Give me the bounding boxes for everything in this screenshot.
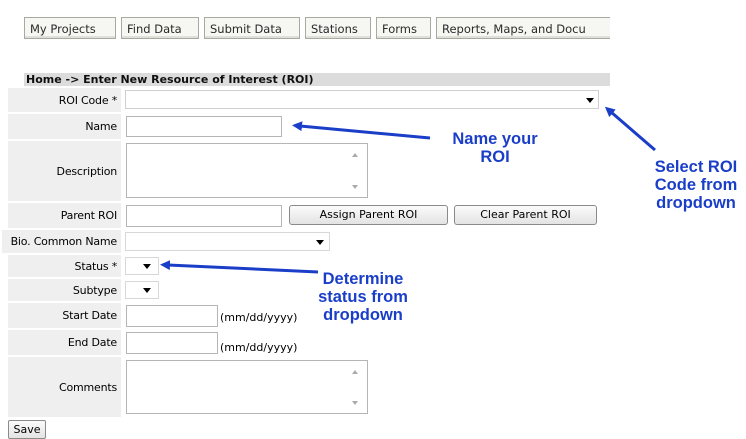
select-roi-code-annotation: Select ROI Code from dropdown [646,158,746,212]
determine-status-line-3: dropdown [323,306,403,324]
select-roi-code-line-3: dropdown [656,194,736,212]
select-roi-code-line-2: Code from [654,176,738,194]
name-your-roi-annotation: Name your ROI [436,130,554,166]
name-your-roi-line-1: Name your [452,130,538,148]
name-your-roi-line-2: ROI [480,148,510,166]
determine-status-line-1: Determine [322,270,404,288]
annotation-arrows [160,106,656,274]
select-roi-code-line-1: Select ROI [654,158,738,176]
determine-status-line-2: status from [318,288,408,306]
name-arrow [292,121,431,140]
roi-code-arrow [604,106,656,152]
determine-status-annotation: Determine status from dropdown [306,270,420,324]
status-arrow [160,260,319,274]
